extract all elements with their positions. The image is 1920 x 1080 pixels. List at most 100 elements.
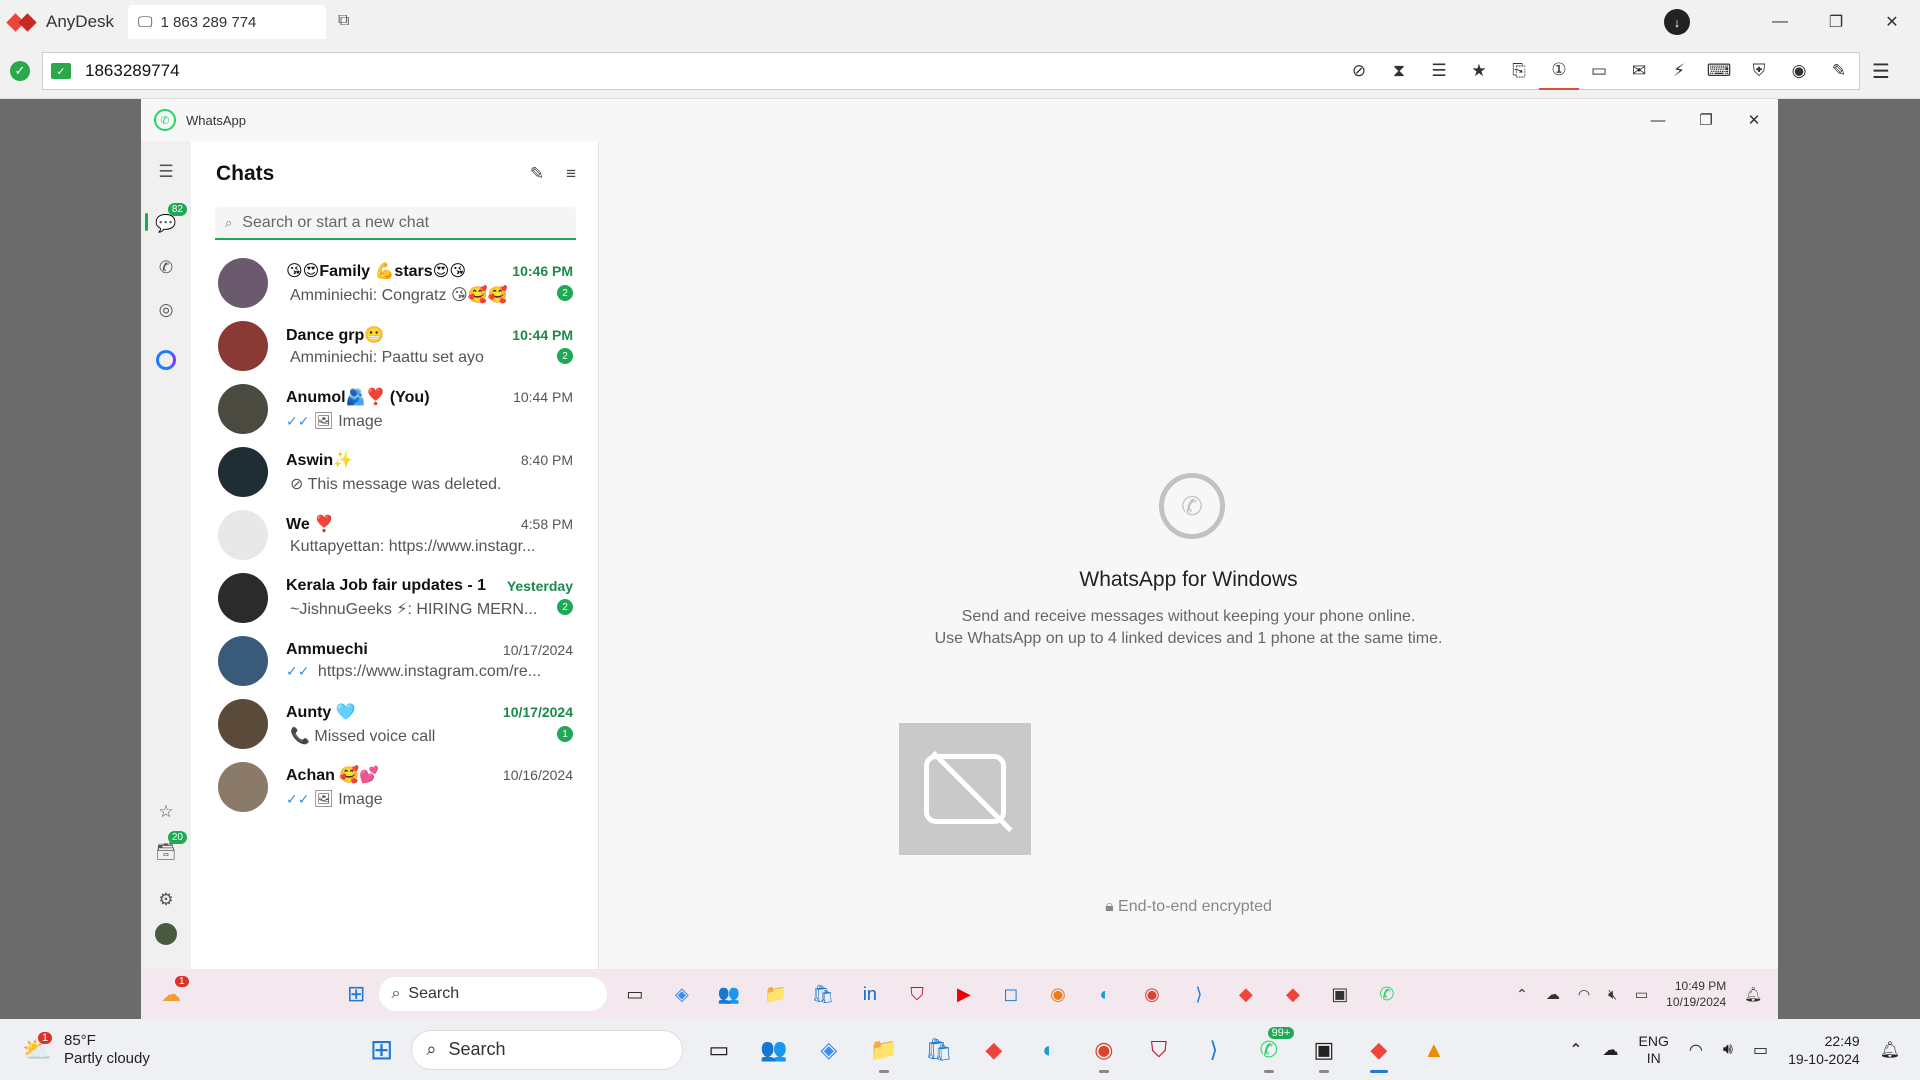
language-indicator[interactable]: ENG IN (1639, 1033, 1669, 1067)
permissions-icon[interactable]: ⛨ (1739, 52, 1779, 90)
new-chat-icon[interactable]: ✎ (530, 164, 544, 184)
menu-icon[interactable]: ☰ (151, 157, 181, 187)
remote-notification-icon[interactable]: 🔔︎ (1744, 986, 1762, 1003)
restore-button[interactable]: ❐ (1808, 0, 1864, 44)
temperature: 85°F (64, 1031, 96, 1049)
file-explorer-icon[interactable]: 📁 (856, 1025, 911, 1075)
remote-onedrive-icon[interactable]: ☁ (1546, 986, 1560, 1003)
remote-weather-icon[interactable]: ☁ 1 (161, 976, 189, 1006)
chats-icon[interactable]: 💬 82 (151, 203, 187, 239)
database-icon[interactable]: ☰ (1419, 52, 1459, 90)
chat-time: 8:40 PM (520, 452, 573, 468)
record-icon[interactable]: ◉ (1779, 52, 1819, 90)
chrome-icon[interactable]: ◉ (1076, 1025, 1131, 1075)
meta-ai-icon[interactable] (151, 345, 181, 375)
anydesk-running-icon[interactable]: ◆ (1351, 1025, 1406, 1075)
file-explorer-icon[interactable]: ▭ (611, 974, 658, 1014)
active-indicator (145, 213, 148, 231)
terminal-icon[interactable]: ▣ (1316, 974, 1363, 1014)
privacy-icon[interactable]: ⊘ (1339, 52, 1379, 90)
firefox-icon[interactable]: ◉ (1034, 974, 1081, 1014)
whatsapp-icon[interactable]: ✆ (1363, 974, 1410, 1014)
unread-badge: 1 (557, 726, 573, 742)
host-search-box[interactable]: ⌕ Search (411, 1029, 684, 1070)
volume-icon[interactable]: 🔊︎ (1723, 1041, 1733, 1059)
folder-icon[interactable]: 📁 (752, 974, 799, 1014)
onedrive-off-icon[interactable]: ☁ (1603, 1040, 1619, 1060)
hamburger-menu-icon[interactable]: ☰ (1860, 52, 1902, 90)
chat-item[interactable]: Achan 🥰💕 10/16/2024 ✓✓ 🖼 Image (191, 749, 598, 825)
minimize-button[interactable]: — (1752, 0, 1808, 44)
calls-icon[interactable]: ✆ (151, 253, 181, 283)
edge-icon[interactable]: ◐ (1081, 974, 1128, 1014)
session-toolbar: ⊘ ⧗ ☰ ★ ⎘ ① ▭ ✉ ⚡ ⌨ ⛨ ◉ ✎ (1339, 52, 1859, 90)
outlook-icon[interactable]: ◻ (987, 974, 1034, 1014)
battery-icon[interactable]: ▭ (1753, 1040, 1768, 1060)
wifi-icon[interactable]: ◠ (1689, 1040, 1703, 1060)
teams-icon[interactable]: 👥 (746, 1025, 801, 1075)
remote-search-box[interactable]: ⌕ Search (379, 977, 608, 1011)
unread-badge: 2 (557, 348, 573, 364)
close-button[interactable]: ✕ (1864, 0, 1920, 44)
anydesk-icon[interactable]: ◆ (1222, 974, 1269, 1014)
file-transfer-icon[interactable]: ⎘ (1499, 52, 1539, 90)
remote-clock[interactable]: 10:49 PM 10/19/2024 (1666, 978, 1726, 1010)
teams-icon[interactable]: 👥 (705, 974, 752, 1014)
edge-icon[interactable]: ◐ (1021, 1025, 1076, 1075)
display-icon[interactable]: ▭ (1579, 52, 1619, 90)
start-icon[interactable]: ⊞ (370, 1033, 393, 1066)
task-view-icon[interactable]: ▭ (691, 1025, 746, 1075)
starred-icon[interactable]: ☆ (151, 797, 181, 827)
terminal-icon[interactable]: ▣ (1296, 1025, 1351, 1075)
copilot-icon[interactable]: ◈ (801, 1025, 856, 1075)
new-tab-icon[interactable]: ⧉ (338, 12, 362, 32)
star-icon[interactable]: ★ (1459, 52, 1499, 90)
whiteboard-icon[interactable]: ✎ (1819, 52, 1859, 90)
address-field[interactable]: ✓ 1863289774 ⊘ ⧗ ☰ ★ ⎘ ① ▭ ✉ ⚡ ⌨ ⛨ ◉ ✎ (42, 52, 1860, 90)
chat-time: Yesterday (506, 578, 573, 594)
whatsapp-app-icon[interactable]: ✆ 99+ (1241, 1025, 1296, 1075)
mcafee-icon[interactable]: ⛉ (893, 974, 940, 1014)
remote-start-icon[interactable]: ⊞ (347, 981, 365, 1007)
chrome-icon[interactable]: ◉ (1128, 974, 1175, 1014)
mcafee-icon[interactable]: ⛉ (1131, 1025, 1186, 1075)
search-input[interactable]: ⌕ Search or start a new chat (215, 207, 576, 240)
remote-battery-icon[interactable]: ▭ (1635, 986, 1648, 1003)
chat-icon[interactable]: ✉ (1619, 52, 1659, 90)
remote-search-label: Search (408, 985, 460, 1002)
remote-wifi-icon[interactable]: ◠ (1578, 986, 1590, 1003)
anydesk-app-icon[interactable]: ◆ (966, 1025, 1021, 1075)
remote-chevron-up-icon[interactable]: ⌃ (1516, 986, 1528, 1003)
vscode-icon[interactable]: ⟩ (1175, 974, 1222, 1014)
copilot-icon[interactable]: ◈ (658, 974, 705, 1014)
remote-volume-icon[interactable]: 🔇︎ (1608, 986, 1617, 1003)
chat-time: 10:46 PM (512, 263, 573, 279)
whatsapp-close-button[interactable]: ✕ (1730, 99, 1778, 141)
profile-avatar[interactable] (151, 919, 181, 949)
youtube-icon[interactable]: ▶ (940, 974, 987, 1014)
status-icon[interactable]: ◎ (151, 295, 181, 325)
chat-avatar (218, 321, 268, 371)
store-icon[interactable]: 🛍 (911, 1025, 966, 1075)
vlc-icon[interactable]: ▲ (1406, 1025, 1461, 1075)
monitor-1-icon[interactable]: ① (1539, 52, 1579, 90)
whatsapp-maximize-button[interactable]: ❐ (1682, 99, 1730, 141)
keyboard-icon[interactable]: ⌨ (1699, 52, 1739, 90)
vscode-icon[interactable]: ⟩ (1186, 1025, 1241, 1075)
remote-desk-icon: ✓ (51, 63, 71, 79)
account-icon[interactable]: ↓ (1664, 9, 1690, 35)
linkedin-icon[interactable]: in (846, 974, 893, 1014)
store-icon[interactable]: 🛍 (799, 974, 846, 1014)
whatsapp-minimize-button[interactable]: — (1634, 99, 1682, 141)
session-tab[interactable]: 🖵 1 863 289 774 (128, 5, 326, 39)
weather-widget[interactable]: ⛅ 1 85°F Partly cloudy (22, 1031, 150, 1068)
actions-icon[interactable]: ⚡ (1659, 52, 1699, 90)
notification-bell-icon[interactable]: 🔔︎ (1880, 1040, 1900, 1060)
filter-icon[interactable]: ≡ (566, 164, 576, 184)
settings-icon[interactable]: ⚙ (151, 885, 181, 915)
hourglass-icon[interactable]: ⧗ (1379, 52, 1419, 90)
chevron-up-icon[interactable]: ⌃ (1569, 1040, 1582, 1060)
archived-icon[interactable]: 🗃 20 (151, 831, 187, 867)
anydesk-2-icon[interactable]: ◆ (1269, 974, 1316, 1014)
host-clock[interactable]: 22:49 19-10-2024 (1788, 1032, 1860, 1068)
